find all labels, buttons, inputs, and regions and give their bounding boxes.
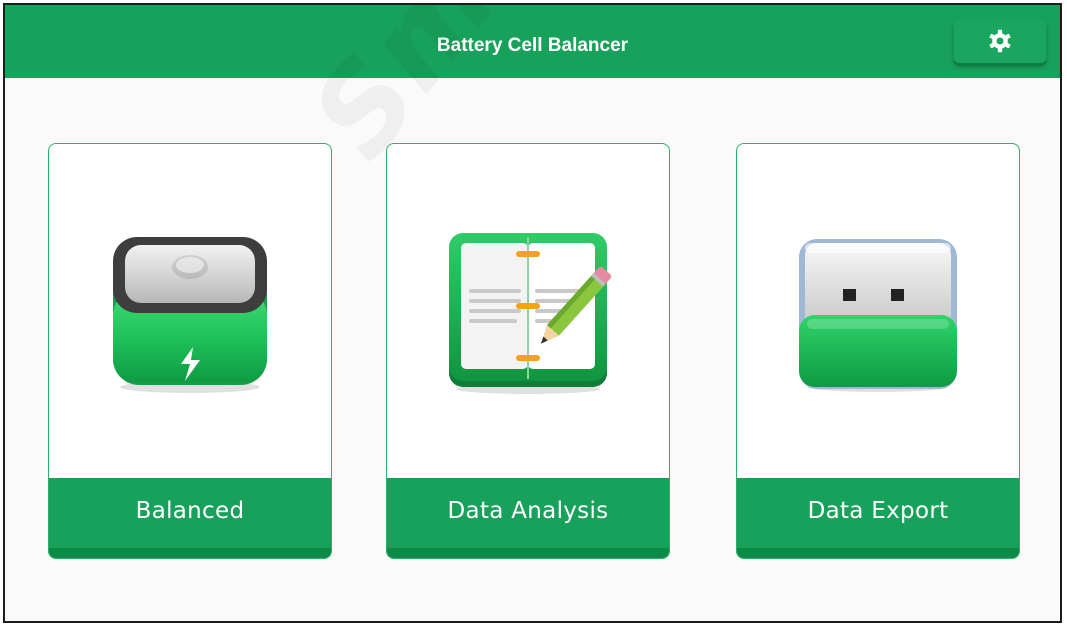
data-analysis-card[interactable]: Data Analysis — [386, 143, 670, 559]
balanced-footer: Balanced — [49, 478, 331, 558]
data-analysis-footer: Data Analysis — [387, 478, 669, 558]
usb-drive-icon — [799, 239, 957, 392]
balanced-card[interactable]: Balanced — [48, 143, 332, 559]
notebook-pencil-icon — [449, 233, 611, 394]
balanced-label: Balanced — [135, 498, 245, 524]
app-title: Battery Cell Balancer — [436, 35, 629, 56]
battery-icon — [113, 237, 267, 393]
data-export-card[interactable]: Data Export — [736, 143, 1020, 559]
data-export-label: Data Export — [807, 498, 949, 524]
gear-icon — [989, 29, 1011, 53]
data-export-footer: Data Export — [737, 478, 1019, 558]
header-bar: Battery Cell Balancer — [5, 5, 1060, 78]
settings-button[interactable] — [954, 19, 1046, 63]
data-analysis-label: Data Analysis — [447, 498, 609, 524]
app-window: Battery Cell Balancer Safe Smart — [3, 3, 1062, 623]
